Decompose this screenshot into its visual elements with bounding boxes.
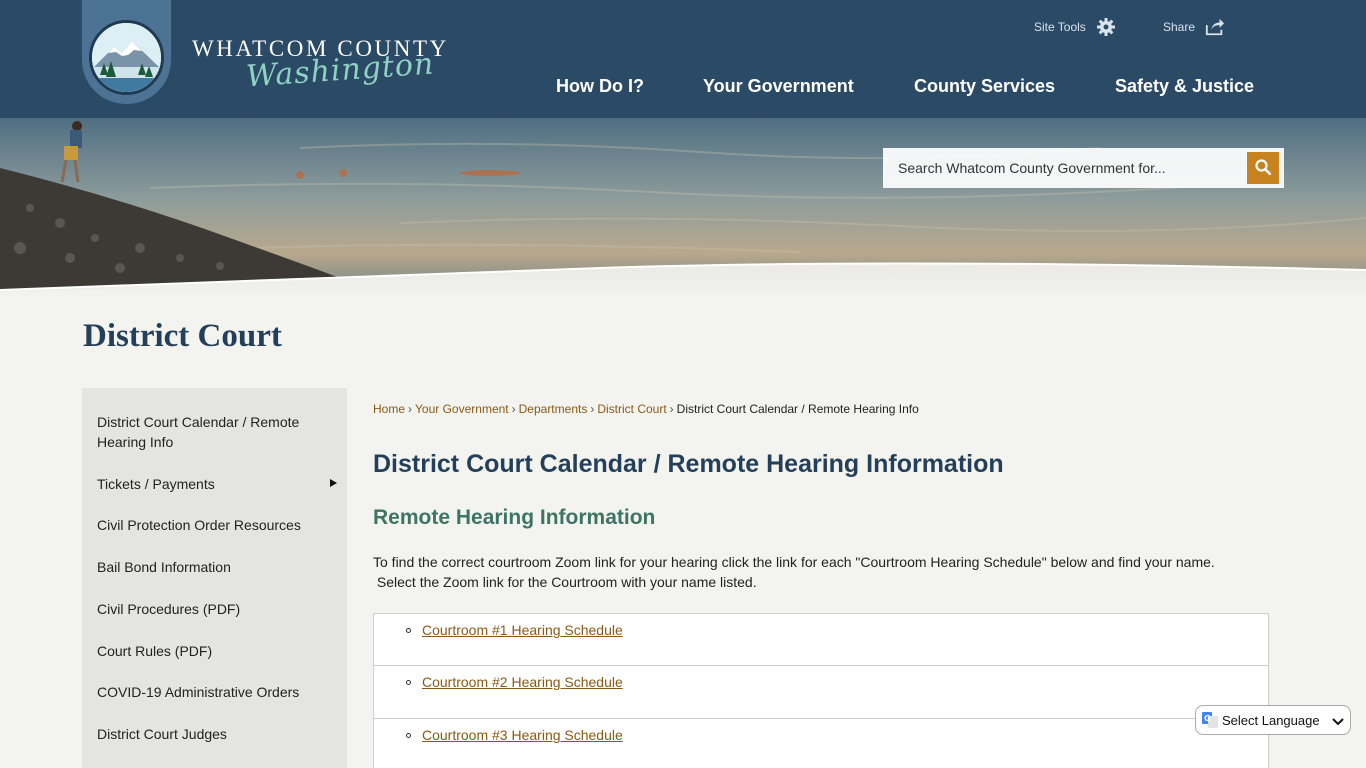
google-translate-icon: G [1202,712,1218,728]
sidebar-item-civil-procedures[interactable]: Civil Procedures (PDF) [82,599,347,619]
bullet-icon [406,628,411,633]
sidebar-item-tickets[interactable]: Tickets / Payments [82,474,347,494]
sidebar-item-calendar[interactable]: District Court Calendar / Remote Hearing… [82,412,347,452]
table-row: Courtroom #1 Hearing Schedule [374,614,1268,666]
breadcrumb-district-court[interactable]: District Court [597,402,666,416]
language-select-label: Select Language [1222,712,1320,728]
search-icon [1255,158,1272,178]
gear-icon [1096,17,1116,37]
search-button[interactable] [1247,152,1279,184]
nav-safety-justice[interactable]: Safety & Justice [1115,76,1254,97]
intro-text: To find the correct courtroom Zoom link … [373,552,1263,592]
language-select[interactable]: G Select Language [1195,705,1351,735]
bullet-icon [406,680,411,685]
schedule-table: Courtroom #1 Hearing Schedule Courtroom … [373,613,1269,768]
intro-line-1: To find the correct courtroom Zoom link … [373,554,1215,570]
breadcrumb-home[interactable]: Home [373,402,405,416]
intro-line-2: Select the Zoom link for the Courtroom w… [373,574,757,590]
breadcrumb-your-government[interactable]: Your Government [415,402,509,416]
sidebar-item-civil-protection[interactable]: Civil Protection Order Resources [82,515,347,535]
search-input[interactable] [883,148,1243,188]
site-tools-button[interactable]: Site Tools [1034,17,1116,37]
sidebar-item-bail-bond[interactable]: Bail Bond Information [82,557,347,577]
page-title: District Court [83,318,282,354]
courtroom-3-schedule-link[interactable]: Courtroom #3 Hearing Schedule [422,727,623,743]
bullet-icon [406,733,411,738]
svg-text:G: G [1204,714,1211,723]
chevron-down-icon [1332,715,1344,730]
share-icon [1205,17,1225,37]
main-navigation: How Do I? Your Government County Service… [0,76,1366,96]
caret-right-icon[interactable] [330,479,337,487]
sidebar-item-court-rules[interactable]: Court Rules (PDF) [82,641,347,661]
table-row: Courtroom #3 Hearing Schedule [374,719,1268,768]
hero-banner [0,118,1366,298]
table-row: Courtroom #2 Hearing Schedule [374,666,1268,719]
nav-how-do-i[interactable]: How Do I? [556,76,644,97]
nav-your-government[interactable]: Your Government [703,76,854,97]
site-tools-label: Site Tools [1034,20,1086,34]
content-subheading: Remote Hearing Information [373,506,656,529]
content-heading: District Court Calendar / Remote Hearing… [373,450,1004,478]
nav-county-services[interactable]: County Services [914,76,1055,97]
site-header: WHATCOM COUNTY Washington Site Tools Sha… [0,0,1366,118]
breadcrumb-current: District Court Calendar / Remote Hearing… [676,402,919,416]
courtroom-2-schedule-link[interactable]: Courtroom #2 Hearing Schedule [422,674,623,690]
sidebar-item-judges[interactable]: District Court Judges [82,724,347,744]
courtroom-1-schedule-link[interactable]: Courtroom #1 Hearing Schedule [422,622,623,638]
sidebar-item-covid-orders[interactable]: COVID-19 Administrative Orders [82,682,347,702]
site-search [883,148,1284,188]
breadcrumb: Home › Your Government › Departments › Distric… [373,402,919,416]
share-label: Share [1163,20,1196,34]
breadcrumb-departments[interactable]: Departments [519,402,588,416]
share-button[interactable]: Share [1163,17,1225,37]
sidebar-nav: District Court Calendar / Remote Hearing… [82,388,347,768]
sidebar-item-label: Tickets / Payments [97,476,215,492]
